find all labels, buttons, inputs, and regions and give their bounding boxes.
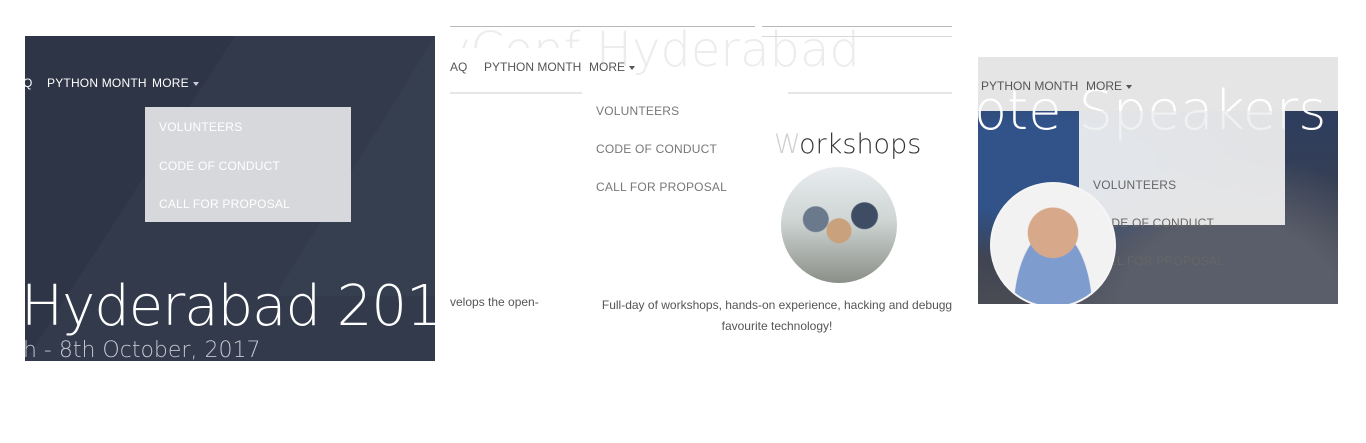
hero-title: Hyderabad 2017 bbox=[25, 274, 435, 339]
hero-panel: Q PYTHON MONTH MORE VOLUNTEERS CODE OF C… bbox=[25, 36, 435, 361]
nav-more-dropdown[interactable]: MORE bbox=[1086, 79, 1132, 93]
nav-faq[interactable]: AQ bbox=[450, 60, 467, 74]
divider bbox=[762, 36, 952, 37]
workshops-description: Full-day of workshops, hands-on experien… bbox=[587, 295, 952, 337]
nav-python-month[interactable]: PYTHON MONTH bbox=[47, 76, 147, 90]
workshops-panel: yConf Hyderabad AQ PYTHON MONTH MORE VOL… bbox=[450, 26, 952, 346]
menu-item-volunteers[interactable]: VOLUNTEERS bbox=[596, 104, 679, 118]
caret-down-icon bbox=[192, 81, 199, 86]
workshops-heading-faded: W bbox=[774, 129, 800, 160]
caret-down-icon bbox=[629, 65, 635, 70]
caret-down-icon bbox=[1126, 84, 1132, 89]
menu-item-code-of-conduct[interactable]: CODE OF CONDUCT bbox=[596, 142, 717, 156]
workshops-image bbox=[781, 167, 897, 283]
divider bbox=[450, 26, 755, 27]
nav-more-label: MORE bbox=[152, 76, 189, 90]
nav-more-label: MORE bbox=[589, 60, 625, 74]
nav-more-label: MORE bbox=[1086, 79, 1122, 93]
workshops-description-line: Full-day of workshops, hands-on experien… bbox=[601, 298, 952, 312]
more-dropdown-menu: VOLUNTEERS CODE OF CONDUCT CALL FOR PROP… bbox=[145, 107, 351, 222]
description-text: velops the open- bbox=[450, 295, 539, 309]
hero-date: h - 8th October, 2017 bbox=[25, 338, 261, 361]
workshops-heading: Workshops bbox=[774, 129, 921, 160]
workshops-heading-text: orkshops bbox=[799, 129, 922, 160]
menu-item-code-of-conduct[interactable]: CODE OF CONDUCT bbox=[159, 159, 280, 173]
nav-faq[interactable]: Q bbox=[25, 76, 33, 90]
workshops-description-line: favourite technology! bbox=[721, 319, 833, 333]
more-dropdown-menu: VOLUNTEERS CODE OF CONDUCT CALL FOR PROP… bbox=[582, 88, 788, 204]
menu-item-volunteers[interactable]: VOLUNTEERS bbox=[159, 120, 242, 134]
menu-item-call-for-proposal[interactable]: CALL FOR PROPOSAL bbox=[596, 180, 727, 194]
menu-item-call-for-proposal[interactable]: CALL FOR PROPOSAL bbox=[159, 197, 290, 211]
nav-more-dropdown[interactable]: MORE bbox=[152, 76, 199, 90]
speakers-panel: ote Speakers PYTHON MONTH MORE VOLUNTEER… bbox=[978, 57, 1338, 304]
nav-python-month[interactable]: PYTHON MONTH bbox=[484, 60, 581, 74]
nav-more-dropdown[interactable]: MORE bbox=[589, 60, 635, 74]
more-dropdown-menu: VOLUNTEERS CODE OF CONDUCT CALL FOR PROP… bbox=[1079, 111, 1285, 268]
speaker-avatar[interactable] bbox=[990, 182, 1116, 304]
divider bbox=[762, 26, 952, 27]
nav-python-month[interactable]: PYTHON MONTH bbox=[981, 79, 1078, 93]
menu-item-volunteers[interactable]: VOLUNTEERS bbox=[1093, 178, 1176, 192]
